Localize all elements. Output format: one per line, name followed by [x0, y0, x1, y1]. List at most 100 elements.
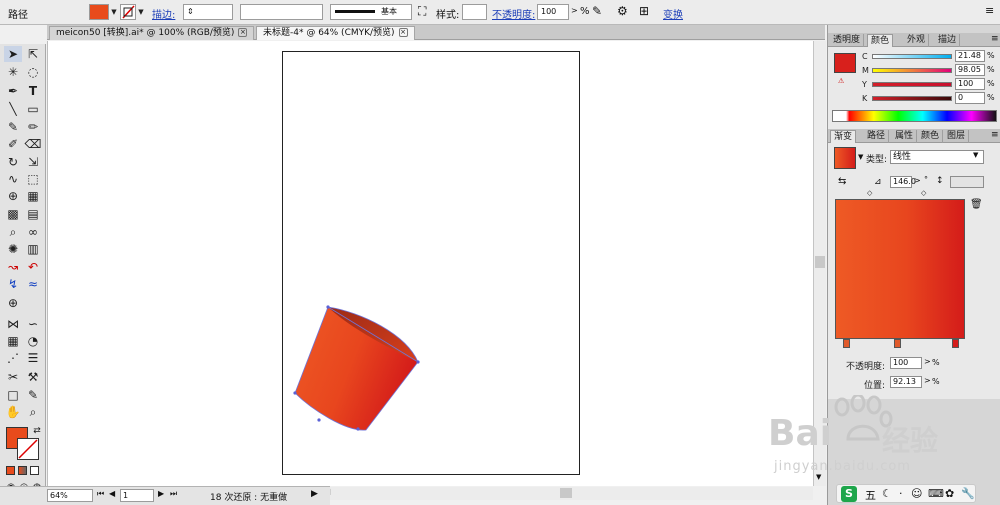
pen-options-icon[interactable]: ✎: [592, 4, 602, 18]
tab-appearance[interactable]: 外观: [904, 34, 930, 47]
page-select[interactable]: 1: [120, 489, 154, 502]
black-input[interactable]: 0: [955, 92, 985, 104]
color-swatch[interactable]: [834, 53, 856, 73]
first-page-icon[interactable]: ⏮: [97, 489, 104, 499]
hand-tool-icon[interactable]: ✋: [4, 404, 22, 420]
prev-page-icon[interactable]: ◀: [109, 489, 115, 498]
ime-logo-icon[interactable]: S: [841, 486, 857, 502]
yellow-input[interactable]: 100: [955, 78, 985, 90]
canvas-area[interactable]: [47, 41, 813, 486]
location-arrow-icon[interactable]: >: [924, 376, 931, 385]
line-tool-icon[interactable]: ╲: [4, 101, 22, 117]
warp-tool-icon[interactable]: ∿: [4, 171, 22, 187]
midpoint-marker-icon[interactable]: ◇: [867, 189, 872, 197]
black-slider[interactable]: [872, 96, 952, 101]
wrench-icon[interactable]: 🔧: [961, 487, 975, 500]
symbol-sprayer-tool-icon[interactable]: ✺: [4, 241, 22, 257]
tab-stroke[interactable]: 描边: [935, 34, 961, 47]
tab-gradient[interactable]: 渐变: [830, 130, 857, 143]
emoji-icon[interactable]: ☺: [911, 487, 922, 500]
list-tool-icon[interactable]: ☰: [24, 350, 42, 366]
stop-opacity-input[interactable]: 100: [890, 357, 922, 369]
none-mode-icon[interactable]: [30, 466, 39, 475]
color-spectrum-bar[interactable]: [832, 110, 997, 122]
perspective-grid-tool-icon[interactable]: ▦: [24, 188, 42, 204]
gradient-mode-icon[interactable]: [18, 466, 27, 475]
chart-tool-icon[interactable]: ◔: [24, 333, 42, 349]
blend-tool-icon[interactable]: ∞: [24, 224, 42, 240]
yellow-slider[interactable]: [872, 82, 952, 87]
scatter-tool-icon[interactable]: ⋰: [4, 350, 22, 366]
horizontal-scrollbar[interactable]: ◀: [322, 487, 813, 500]
brush-definition-field[interactable]: 基本: [330, 4, 412, 20]
reshape-tool-icon[interactable]: ↯: [4, 276, 22, 292]
gradient-stop-2[interactable]: [894, 339, 901, 348]
gradient-dropdown-icon[interactable]: ▼: [858, 153, 863, 161]
tab-layers[interactable]: 图层: [944, 130, 970, 143]
zoom-select[interactable]: 64%: [47, 489, 93, 502]
scroll-thumb[interactable]: [815, 256, 825, 268]
gradient-type-select[interactable]: 线性: [890, 150, 984, 164]
blob-brush-tool-icon[interactable]: ✐: [4, 136, 22, 152]
out-of-gamut-icon[interactable]: ⚠: [838, 77, 844, 85]
stroke-none-swatch[interactable]: [120, 4, 136, 20]
gradient-stop-3[interactable]: [952, 339, 959, 348]
gradient-stop-1[interactable]: [843, 339, 850, 348]
cyan-slider[interactable]: [872, 54, 952, 59]
tab-color[interactable]: 颜色: [867, 34, 894, 47]
aspect-ratio-input[interactable]: [950, 176, 984, 188]
stroke-color-box[interactable]: [17, 438, 39, 460]
last-page-icon[interactable]: ⏭: [170, 489, 177, 499]
recolor-icon[interactable]: ⛶: [418, 4, 426, 19]
tab-document-1[interactable]: meicon50 [转换].ai* @ 100% (RGB/预览) ×: [49, 26, 255, 40]
punctuation-icon[interactable]: ·: [899, 487, 903, 500]
reverse-gradient-icon[interactable]: ⇆: [838, 176, 846, 187]
style-select[interactable]: [462, 4, 487, 20]
cyan-input[interactable]: 21.48: [955, 50, 985, 62]
stop-location-input[interactable]: 92.13: [890, 376, 922, 388]
panel-menu-icon[interactable]: ≡: [985, 4, 994, 17]
moon-icon[interactable]: ☾: [882, 487, 892, 500]
panel-menu-icon[interactable]: ≡: [991, 34, 999, 44]
gradient-swatch[interactable]: [834, 147, 856, 169]
knife-tool-icon[interactable]: ⚒: [24, 369, 42, 385]
lasso-tool-icon[interactable]: ◌: [24, 64, 42, 80]
midpoint-marker-icon[interactable]: ◇: [921, 189, 926, 197]
panel-menu-icon[interactable]: ≡: [991, 130, 999, 140]
slice-tool-icon[interactable]: ✂: [4, 369, 22, 385]
direct-selection-tool-icon[interactable]: ⇱: [24, 46, 42, 62]
rectangle-tool-icon[interactable]: ▭: [24, 101, 42, 117]
stroke-link[interactable]: 描边:: [152, 6, 175, 21]
width-tool-icon[interactable]: ↝: [4, 259, 22, 275]
free-transform-tool-icon[interactable]: ⬚: [24, 171, 42, 187]
opacity-arrow-icon[interactable]: >: [571, 6, 578, 15]
envelope-tool-icon[interactable]: ⋈: [4, 316, 22, 332]
tab-transparency[interactable]: 透明度: [830, 34, 865, 47]
trash-icon[interactable]: 🗑: [970, 199, 983, 210]
stroke-weight-field[interactable]: ⇕: [183, 4, 233, 20]
shape-builder-tool-icon[interactable]: ⊕: [4, 188, 22, 204]
grid-tool-icon[interactable]: ▦: [4, 333, 22, 349]
opacity-link[interactable]: 不透明度:: [492, 6, 535, 21]
gradient-tool-icon[interactable]: ▤: [24, 206, 42, 222]
angle-input[interactable]: 146.0: [890, 176, 916, 188]
next-page-icon[interactable]: ▶: [158, 489, 164, 498]
pen-tool-icon[interactable]: ✒: [4, 83, 22, 99]
wave-tool-icon[interactable]: ∽: [24, 316, 42, 332]
gradient-preview[interactable]: [835, 199, 965, 339]
status-menu-icon[interactable]: ▶: [311, 489, 318, 499]
tab-attributes[interactable]: 属性: [892, 130, 918, 143]
puppet-warp-tool-icon[interactable]: ⊕: [4, 295, 22, 311]
keyboard-icon[interactable]: ⌨: [928, 487, 944, 500]
pencil-tool-icon[interactable]: ✏: [24, 119, 42, 135]
zoom-tool-icon[interactable]: ⌕: [24, 404, 42, 420]
fill-dropdown-icon[interactable]: ▼: [109, 5, 119, 19]
close-icon[interactable]: ×: [238, 28, 248, 37]
mesh-tool-icon[interactable]: ▩: [4, 206, 22, 222]
variable-width-field[interactable]: [240, 4, 323, 20]
selection-tool-icon[interactable]: ➤: [4, 46, 22, 62]
eyedropper-tool-icon[interactable]: ⌕: [4, 224, 22, 240]
column-graph-tool-icon[interactable]: ▥: [24, 241, 42, 257]
opacity-input[interactable]: 100: [537, 4, 569, 20]
artboard-tool-icon[interactable]: □: [4, 387, 22, 403]
